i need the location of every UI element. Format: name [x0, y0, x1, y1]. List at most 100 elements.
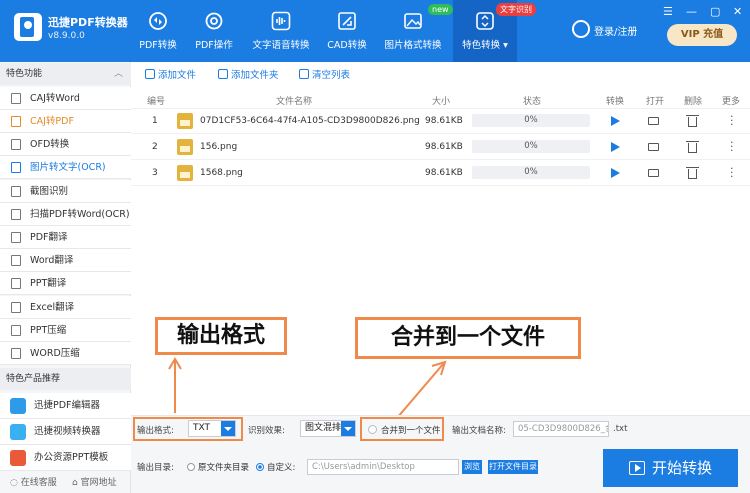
- file-size: 98.61KB: [425, 168, 463, 178]
- voice-wave-icon: [271, 11, 291, 31]
- app-logo-icon: [14, 13, 42, 41]
- website-link[interactable]: ⌂ 官网地址: [72, 475, 117, 488]
- sidebar-item-word-compress[interactable]: WORD压缩: [0, 342, 131, 365]
- translate-icon: [11, 255, 21, 266]
- annotation-merge-file: 合并到一个文件: [355, 317, 581, 359]
- sidebar-item-image-ocr[interactable]: 图片转文字(OCR): [0, 156, 131, 179]
- recognition-select[interactable]: 图文混排: [300, 420, 356, 437]
- more-icon[interactable]: · · ·: [730, 137, 734, 156]
- section-features[interactable]: 特色功能 ︿: [0, 63, 131, 85]
- more-icon[interactable]: · · ·: [730, 111, 734, 130]
- nav-label: 特色转换 ▾: [462, 40, 508, 51]
- output-format-value: TXT: [193, 423, 211, 433]
- nav-pdf-ops[interactable]: PDF操作: [190, 0, 238, 62]
- trash-icon[interactable]: [686, 167, 699, 179]
- sidebar-item-ofd[interactable]: OFD转换: [0, 133, 131, 156]
- document-icon: [11, 93, 21, 104]
- sidebar-item-screenshot[interactable]: 截图识别: [0, 180, 131, 203]
- browse-button[interactable]: 浏览: [462, 460, 482, 474]
- custom-dir-radio[interactable]: 自定义:: [256, 461, 295, 473]
- annotation-arrow: [168, 357, 182, 413]
- nav-pdf-convert[interactable]: PDF转换: [134, 0, 182, 62]
- clear-list-button[interactable]: 清空列表: [299, 67, 350, 81]
- scan-icon: [11, 209, 21, 220]
- product-ppt-template[interactable]: 办公资源PPT模板: [0, 445, 131, 471]
- col-convert: 转换: [606, 97, 625, 107]
- online-service-link[interactable]: ◌ 在线客服: [10, 475, 57, 488]
- folder-icon[interactable]: [648, 169, 659, 177]
- nav-cad-convert[interactable]: CAD转换: [323, 0, 371, 62]
- sidebar-item-ppt-compress[interactable]: PPT压缩: [0, 319, 131, 342]
- sidebar-item-label: 扫描PDF转Word(OCR): [30, 209, 130, 220]
- product-video-converter[interactable]: 迅捷视频转换器: [0, 419, 131, 445]
- image-file-icon: [177, 139, 193, 155]
- file-name: 1568.png: [200, 168, 243, 178]
- output-format-select[interactable]: TXT: [188, 420, 236, 437]
- add-folder-button[interactable]: 添加文件夹: [218, 67, 279, 81]
- play-icon[interactable]: [611, 168, 620, 178]
- close-icon[interactable]: ✕: [733, 5, 742, 18]
- gear-icon: [205, 12, 223, 30]
- trash-icon[interactable]: [686, 115, 699, 127]
- add-file-icon: [145, 69, 155, 79]
- product-label: 办公资源PPT模板: [34, 452, 109, 463]
- output-path-input[interactable]: C:\Users\admin\Desktop: [307, 459, 459, 475]
- merge-checkbox[interactable]: 合并到一个文件: [368, 424, 441, 436]
- play-icon[interactable]: [611, 142, 620, 152]
- sidebar-item-excel-translate[interactable]: Excel翻译: [0, 296, 131, 319]
- more-icon[interactable]: · · ·: [730, 163, 734, 182]
- file-name: 07D1CF53-6C64-47f4-A105-CD3D9800D826.png: [200, 116, 420, 126]
- app-version: v8.9.0.0: [48, 31, 85, 41]
- custom-dir-label: 自定义:: [267, 463, 296, 473]
- nav-label: PDF操作: [195, 40, 233, 51]
- section-products: 特色产品推荐: [0, 368, 131, 390]
- row-index: 1: [152, 116, 158, 126]
- sidebar-item-word-translate[interactable]: Word翻译: [0, 249, 131, 272]
- folder-icon[interactable]: [648, 117, 659, 125]
- radio-icon: [187, 463, 195, 471]
- minimize-icon[interactable]: —: [686, 5, 697, 18]
- menu-icon[interactable]: ☰: [663, 5, 673, 18]
- col-name: 文件名称: [276, 97, 313, 107]
- merge-label: 合并到一个文件: [381, 426, 441, 436]
- sidebar-item-label: Word翻译: [30, 255, 74, 266]
- vip-recharge-button[interactable]: VIP 充值: [667, 24, 737, 46]
- recognition-label: 识别效果:: [248, 426, 285, 436]
- sidebar-item-caj-pdf[interactable]: CAJ转PDF: [0, 110, 131, 133]
- progress-bar: 0%: [472, 166, 590, 179]
- chevron-up-icon: ︿: [113, 69, 123, 79]
- divider: [131, 108, 750, 109]
- start-convert-button[interactable]: 开始转换: [603, 449, 738, 487]
- start-convert-label: 开始转换: [651, 459, 712, 477]
- website-label: 官网地址: [80, 478, 117, 488]
- chevron-down-icon: [221, 421, 235, 436]
- divider: [131, 159, 750, 160]
- sidebar-item-pdf-translate[interactable]: PDF翻译: [0, 226, 131, 249]
- video-converter-icon: [10, 424, 26, 440]
- text-icon: [11, 162, 21, 173]
- source-folder-radio[interactable]: 原文件夹目录: [187, 461, 249, 473]
- add-file-label: 添加文件: [158, 70, 197, 81]
- nav-text-voice[interactable]: 文字语音转换: [250, 0, 312, 62]
- open-folder-button[interactable]: 打开文件目录: [488, 460, 538, 474]
- folder-icon[interactable]: [648, 143, 659, 151]
- sidebar-item-caj-word[interactable]: CAJ转Word: [0, 87, 131, 110]
- docname-input[interactable]: 05-CD3D9800D826_合并: [513, 421, 609, 437]
- maximize-icon[interactable]: ▢: [710, 5, 720, 18]
- translate-icon: [11, 232, 21, 243]
- trash-icon[interactable]: [686, 141, 699, 153]
- divider: [131, 133, 750, 134]
- sidebar-item-ppt-translate[interactable]: PPT翻译: [0, 272, 131, 295]
- ppt-template-icon: [10, 450, 26, 466]
- docname-label: 输出文档名称:: [452, 426, 506, 436]
- image-file-icon: [177, 165, 193, 181]
- row-index: 2: [152, 142, 158, 152]
- checkbox-icon: [368, 425, 377, 434]
- translate-icon: [11, 278, 21, 289]
- add-folder-label: 添加文件夹: [231, 70, 279, 81]
- sidebar-item-scan-pdf[interactable]: 扫描PDF转Word(OCR): [0, 203, 131, 226]
- play-icon[interactable]: [611, 116, 620, 126]
- recognition-value: 图文混排: [305, 423, 342, 433]
- product-pdf-editor[interactable]: 迅捷PDF编辑器: [0, 393, 131, 419]
- add-file-button[interactable]: 添加文件: [145, 67, 196, 81]
